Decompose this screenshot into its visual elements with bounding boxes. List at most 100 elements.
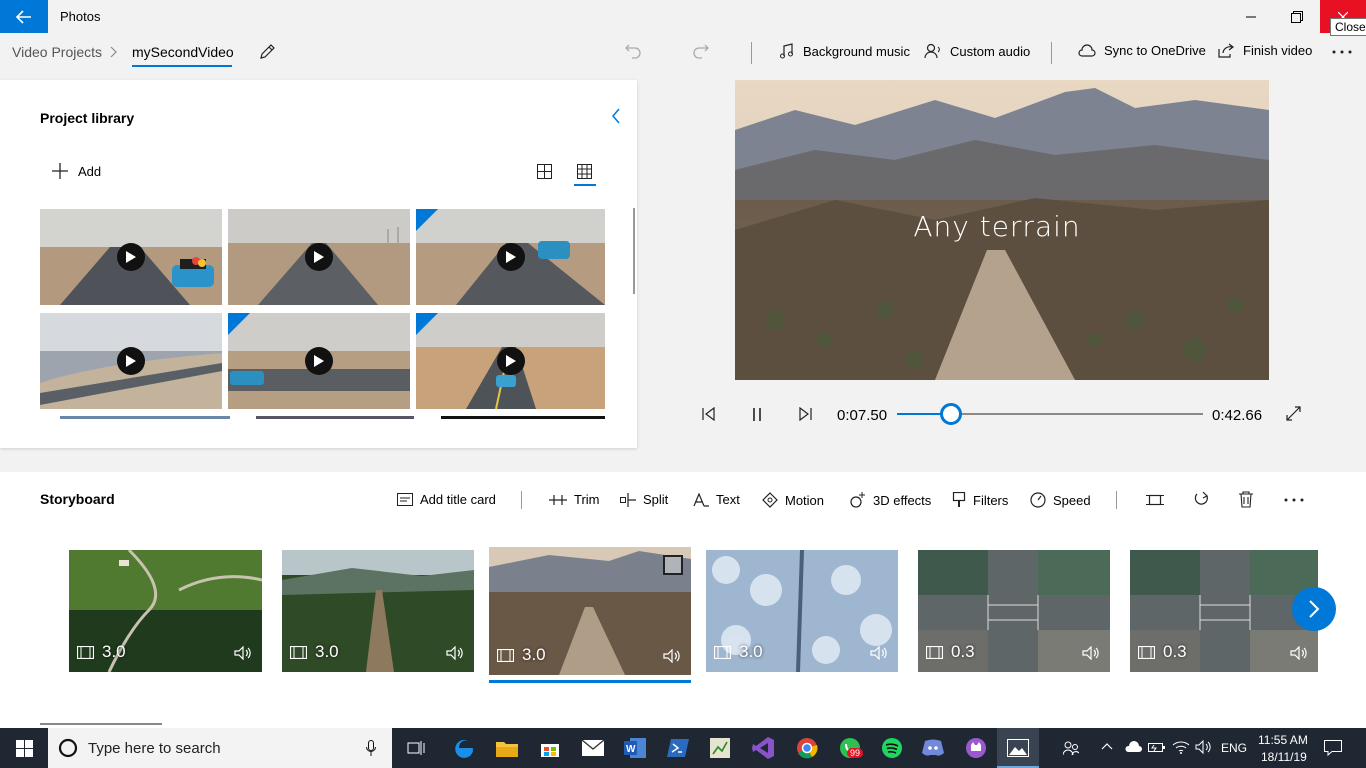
previous-frame-icon[interactable] <box>702 407 716 421</box>
pencil-icon[interactable] <box>258 43 276 61</box>
volume-icon[interactable] <box>663 649 681 663</box>
taskbar-store[interactable] <box>529 728 571 768</box>
clock-date[interactable]: 18/11/19 <box>1261 750 1307 764</box>
library-clip-thumbnail[interactable] <box>228 313 410 409</box>
3d-effects-button[interactable]: 3D effects <box>850 492 931 508</box>
chart-sheet-icon <box>710 738 730 758</box>
filters-button[interactable]: Filters <box>952 492 1008 508</box>
speaker-volume-icon[interactable] <box>1195 740 1211 754</box>
storyboard-clip[interactable]: 3.0 <box>282 550 474 672</box>
finish-video-button[interactable]: Finish video <box>1218 43 1312 58</box>
minimize-button[interactable] <box>1228 0 1274 33</box>
seek-slider-thumb[interactable] <box>939 403 962 425</box>
library-clip-thumbnail[interactable] <box>416 313 605 409</box>
start-button[interactable] <box>3 728 45 768</box>
motion-button[interactable]: Motion <box>762 492 824 508</box>
taskbar-sheet-app[interactable] <box>699 728 741 768</box>
project-library-title: Project library <box>40 110 135 126</box>
delete-trash-icon[interactable] <box>1239 491 1253 508</box>
breadcrumb-project-name[interactable]: mySecondVideo <box>132 44 234 60</box>
edge-browser-icon <box>455 739 473 758</box>
share-export-icon <box>1218 43 1234 58</box>
taskbar-github-desktop[interactable] <box>955 728 997 768</box>
battery-power-icon[interactable] <box>1148 740 1166 754</box>
arrow-left-icon <box>16 9 31 24</box>
background-music-button[interactable]: Background music <box>779 43 910 59</box>
library-clip-thumbnail[interactable] <box>416 209 605 305</box>
trim-button[interactable]: Trim <box>549 492 600 507</box>
clock-time[interactable]: 11:55 AM <box>1258 733 1308 747</box>
volume-icon[interactable] <box>870 646 888 660</box>
storyboard-clip[interactable]: 3.0 <box>706 550 898 672</box>
taskbar-edge[interactable] <box>443 728 485 768</box>
people-icon[interactable] <box>1063 740 1079 756</box>
microphone-icon[interactable] <box>366 740 376 756</box>
pause-icon[interactable] <box>752 408 762 421</box>
resize-crop-icon[interactable] <box>1146 492 1164 508</box>
storyboard-clip[interactable]: 0.3 <box>918 550 1110 672</box>
taskbar-file-explorer[interactable] <box>486 728 528 768</box>
redo-icon[interactable] <box>692 43 710 59</box>
breadcrumb-video-projects[interactable]: Video Projects <box>12 44 102 60</box>
clip-selected-indicator <box>489 680 691 683</box>
chevron-right-icon <box>110 46 117 58</box>
wifi-icon[interactable] <box>1172 740 1190 754</box>
film-icon <box>714 645 731 659</box>
storyboard-clip[interactable]: 0.3 <box>1130 550 1318 672</box>
film-icon <box>77 645 94 659</box>
library-clip-thumbnail[interactable] <box>228 209 410 305</box>
speed-button[interactable]: Speed <box>1030 492 1091 508</box>
split-button[interactable]: Split <box>620 492 668 507</box>
taskbar-discord[interactable] <box>912 728 954 768</box>
text-label: Text <box>716 492 740 507</box>
library-clip-thumbnail[interactable] <box>40 313 222 409</box>
taskbar-spotify[interactable] <box>871 728 913 768</box>
taskbar-visual-studio[interactable] <box>742 728 784 768</box>
word-icon: W <box>624 738 646 758</box>
onedrive-cloud-icon[interactable] <box>1124 741 1142 753</box>
chevron-up-icon[interactable] <box>1101 742 1113 750</box>
storyboard-scrollbar[interactable] <box>40 723 162 725</box>
library-scrollbar[interactable] <box>633 208 635 294</box>
volume-icon[interactable] <box>1290 646 1308 660</box>
small-grid-view-icon[interactable] <box>577 164 592 179</box>
input-language[interactable]: ENG <box>1221 741 1247 755</box>
taskbar-mail[interactable] <box>572 728 614 768</box>
large-grid-view-icon[interactable] <box>537 164 552 179</box>
volume-icon[interactable] <box>1082 646 1100 660</box>
taskbar-whatsapp[interactable]: 99 <box>829 728 871 768</box>
film-icon <box>926 645 943 659</box>
more-options-icon[interactable] <box>1332 50 1352 54</box>
storyboard-clip[interactable]: 3.0 <box>69 550 262 672</box>
add-title-card-button[interactable]: Add title card <box>397 492 496 507</box>
taskbar-word[interactable]: W <box>614 728 656 768</box>
volume-icon[interactable] <box>234 646 252 660</box>
action-center-icon[interactable] <box>1324 740 1342 756</box>
clip-select-checkbox[interactable] <box>663 555 683 575</box>
storyboard-separator <box>1116 491 1117 509</box>
taskbar-powershell[interactable] <box>657 728 699 768</box>
next-frame-icon[interactable] <box>798 407 812 421</box>
library-clip-thumbnail[interactable] <box>40 209 222 305</box>
back-button[interactable] <box>0 0 48 33</box>
fullscreen-icon[interactable] <box>1286 406 1301 421</box>
sync-onedrive-button[interactable]: Sync to OneDrive <box>1078 43 1206 58</box>
finish-video-label: Finish video <box>1243 43 1313 58</box>
cortana-circle-icon <box>58 738 78 758</box>
custom-audio-button[interactable]: Custom audio <box>924 43 1030 59</box>
taskbar-photos-active[interactable] <box>997 728 1039 768</box>
volume-icon[interactable] <box>446 646 464 660</box>
3d-effects-label: 3D effects <box>873 492 932 508</box>
add-media-button[interactable]: Add <box>52 163 101 179</box>
more-options-icon[interactable] <box>1284 498 1304 502</box>
storyboard-next-button[interactable] <box>1292 587 1336 631</box>
undo-icon[interactable] <box>624 43 642 59</box>
collapse-panel-icon[interactable] <box>611 108 621 124</box>
text-button[interactable]: Text <box>693 492 740 507</box>
rotate-icon[interactable] <box>1193 491 1210 508</box>
taskbar-search-box[interactable]: Type here to search <box>48 728 392 768</box>
storyboard-clip-selected[interactable]: 3.0 <box>489 547 691 675</box>
taskbar-chrome[interactable] <box>786 728 828 768</box>
restore-button[interactable] <box>1274 0 1320 33</box>
task-view-button[interactable] <box>395 728 437 768</box>
